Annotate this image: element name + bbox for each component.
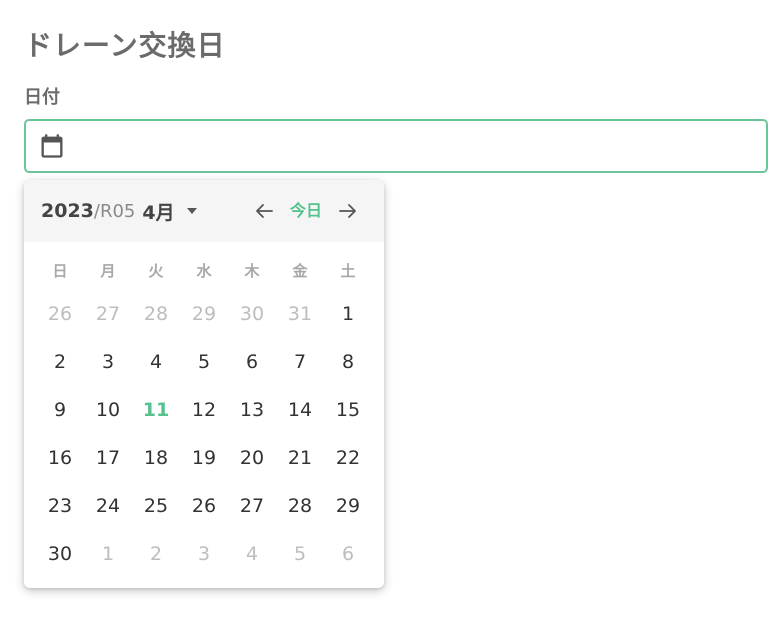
- weekday-label: 水: [196, 262, 212, 280]
- year-label: 2023: [41, 200, 94, 222]
- arrow-right-icon[interactable]: [336, 199, 360, 223]
- day-cell[interactable]: 9: [36, 386, 84, 434]
- weekday-label: 木: [244, 262, 260, 280]
- calendar-icon[interactable]: [38, 132, 66, 160]
- weekday-label: 火: [148, 262, 164, 280]
- day-cell[interactable]: 1: [324, 290, 372, 338]
- day-cell[interactable]: 8: [324, 338, 372, 386]
- day-cell[interactable]: 26: [180, 482, 228, 530]
- day-cell[interactable]: 2: [36, 338, 84, 386]
- day-cell[interactable]: 14: [276, 386, 324, 434]
- day-cell-outside-month[interactable]: 3: [180, 530, 228, 578]
- date-input-container[interactable]: [24, 119, 768, 173]
- day-cell-outside-month[interactable]: 31: [276, 290, 324, 338]
- arrow-left-icon[interactable]: [252, 199, 276, 223]
- day-cell-outside-month[interactable]: 2: [132, 530, 180, 578]
- day-cell-outside-month[interactable]: 30: [228, 290, 276, 338]
- day-cell-today[interactable]: 11: [132, 386, 180, 434]
- day-cell-outside-month[interactable]: 4: [228, 530, 276, 578]
- day-cell[interactable]: 5: [180, 338, 228, 386]
- weekday-header-row: 日月火水木金土: [36, 256, 372, 286]
- day-cell[interactable]: 17: [84, 434, 132, 482]
- day-cell[interactable]: 4: [132, 338, 180, 386]
- day-cell[interactable]: 21: [276, 434, 324, 482]
- day-cell-outside-month[interactable]: 28: [132, 290, 180, 338]
- day-cell[interactable]: 15: [324, 386, 372, 434]
- day-cell-outside-month[interactable]: 26: [36, 290, 84, 338]
- date-picker-header: 2023/R05 4月 今日: [24, 180, 384, 242]
- weekday-label: 月: [100, 262, 116, 280]
- day-cell[interactable]: 23: [36, 482, 84, 530]
- day-cell[interactable]: 29: [324, 482, 372, 530]
- day-cell[interactable]: 12: [180, 386, 228, 434]
- weekday-label: 日: [52, 262, 68, 280]
- date-input[interactable]: [78, 121, 756, 173]
- day-cell[interactable]: 10: [84, 386, 132, 434]
- day-cell[interactable]: 27: [228, 482, 276, 530]
- days-grid: 26 27 28 29 30 31 1 2 3 4 5 6 7 8 9 10 11 12 13 14 15 16 17 18 1…: [36, 290, 372, 578]
- era-label: /R05: [93, 200, 136, 222]
- day-cell[interactable]: 3: [84, 338, 132, 386]
- date-field-label: 日付: [24, 87, 60, 108]
- day-cell[interactable]: 13: [228, 386, 276, 434]
- weekday-label: 土: [340, 262, 356, 280]
- day-cell[interactable]: 20: [228, 434, 276, 482]
- day-cell[interactable]: 25: [132, 482, 180, 530]
- month-label: 4月: [142, 201, 175, 224]
- day-cell[interactable]: 28: [276, 482, 324, 530]
- date-picker-popup: 2023/R05 4月 今日 日月火水木金土 26 27 28 29 30 31 1 2 3 4 5 6…: [24, 180, 384, 588]
- caret-down-icon: [186, 208, 197, 214]
- day-cell[interactable]: 16: [36, 434, 84, 482]
- day-cell[interactable]: 24: [84, 482, 132, 530]
- day-cell[interactable]: 18: [132, 434, 180, 482]
- page-title: ドレーン交換日: [24, 29, 226, 62]
- day-cell-outside-month[interactable]: 5: [276, 530, 324, 578]
- day-cell-outside-month[interactable]: 29: [180, 290, 228, 338]
- day-cell[interactable]: 6: [228, 338, 276, 386]
- day-cell[interactable]: 30: [36, 530, 84, 578]
- day-cell[interactable]: 22: [324, 434, 372, 482]
- day-cell[interactable]: 19: [180, 434, 228, 482]
- day-cell-outside-month[interactable]: 1: [84, 530, 132, 578]
- day-cell-outside-month[interactable]: 27: [84, 290, 132, 338]
- today-button[interactable]: 今日: [283, 198, 329, 224]
- month-year-selector[interactable]: 2023/R05 4月: [41, 197, 197, 225]
- weekday-label: 金: [292, 262, 308, 280]
- day-cell[interactable]: 7: [276, 338, 324, 386]
- day-cell-outside-month[interactable]: 6: [324, 530, 372, 578]
